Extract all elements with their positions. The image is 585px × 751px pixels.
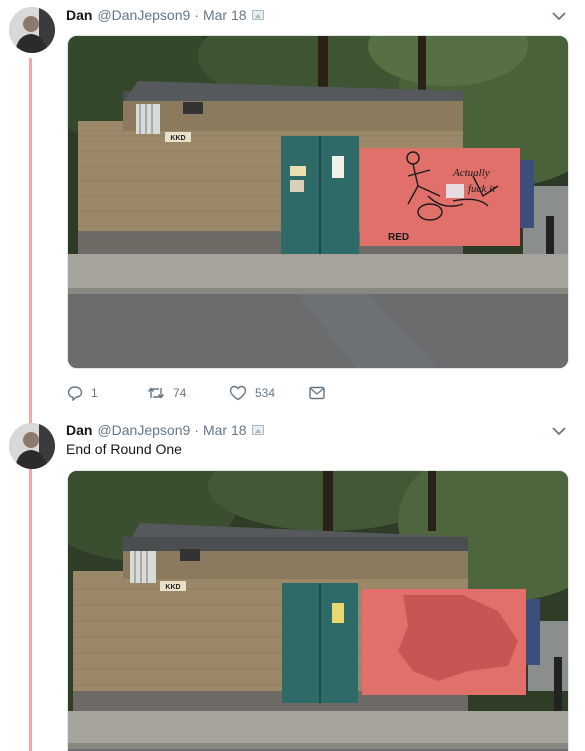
reply-count: 1	[91, 386, 98, 400]
reply-icon	[67, 386, 83, 401]
chevron-down-icon[interactable]	[551, 9, 567, 23]
tweet[interactable]: Dan @DanJepson9 · Mar 18 KKD Actually fu…	[0, 0, 585, 412]
tweet-header: Dan @DanJepson9 · Mar 18	[66, 420, 264, 440]
graffiti-text-actually: Actually	[452, 167, 490, 179]
tweet-photo[interactable]: KKD Actually fuck it RED	[67, 35, 569, 369]
avatar[interactable]	[9, 423, 55, 469]
tweet-actions: 1 74 534	[67, 383, 325, 403]
tweet-header: Dan @DanJepson9 · Mar 18	[66, 5, 264, 25]
timestamp[interactable]: Mar 18	[203, 422, 247, 438]
image-badge-icon	[251, 425, 264, 435]
reply-button[interactable]: 1	[67, 385, 147, 401]
chevron-down-icon[interactable]	[551, 424, 567, 438]
like-button[interactable]: 534	[229, 385, 309, 401]
separator: ·	[194, 7, 199, 23]
sign-text: KKD	[170, 135, 185, 142]
message-icon	[309, 386, 325, 400]
like-count: 534	[255, 386, 276, 400]
display-name[interactable]: Dan	[66, 7, 92, 23]
separator: ·	[194, 422, 199, 438]
image-badge-icon	[251, 10, 264, 20]
direct-message-button[interactable]	[309, 386, 325, 400]
avatar[interactable]	[9, 7, 55, 53]
photo-building-painted-over: KKD	[68, 471, 568, 751]
tweet[interactable]: Dan @DanJepson9 · Mar 18 End of Round On…	[0, 414, 585, 751]
timestamp[interactable]: Mar 18	[203, 7, 247, 23]
user-handle[interactable]: @DanJepson9	[97, 422, 190, 438]
graffiti-text-red: RED	[388, 232, 409, 243]
avatar-image	[9, 423, 55, 469]
avatar-image	[9, 7, 55, 53]
retweet-count: 74	[173, 386, 187, 400]
like-icon	[229, 385, 247, 401]
graffiti-text-fuck-it: fuck it	[468, 183, 496, 195]
display-name[interactable]: Dan	[66, 422, 92, 438]
photo-building-graffiti: KKD Actually fuck it RED	[68, 36, 568, 368]
retweet-icon	[147, 387, 165, 399]
tweet-text: End of Round One	[66, 441, 182, 457]
sign-text: KKD	[165, 584, 180, 591]
tweet-photo[interactable]: KKD	[67, 470, 569, 751]
user-handle[interactable]: @DanJepson9	[97, 7, 190, 23]
retweet-button[interactable]: 74	[147, 385, 229, 401]
